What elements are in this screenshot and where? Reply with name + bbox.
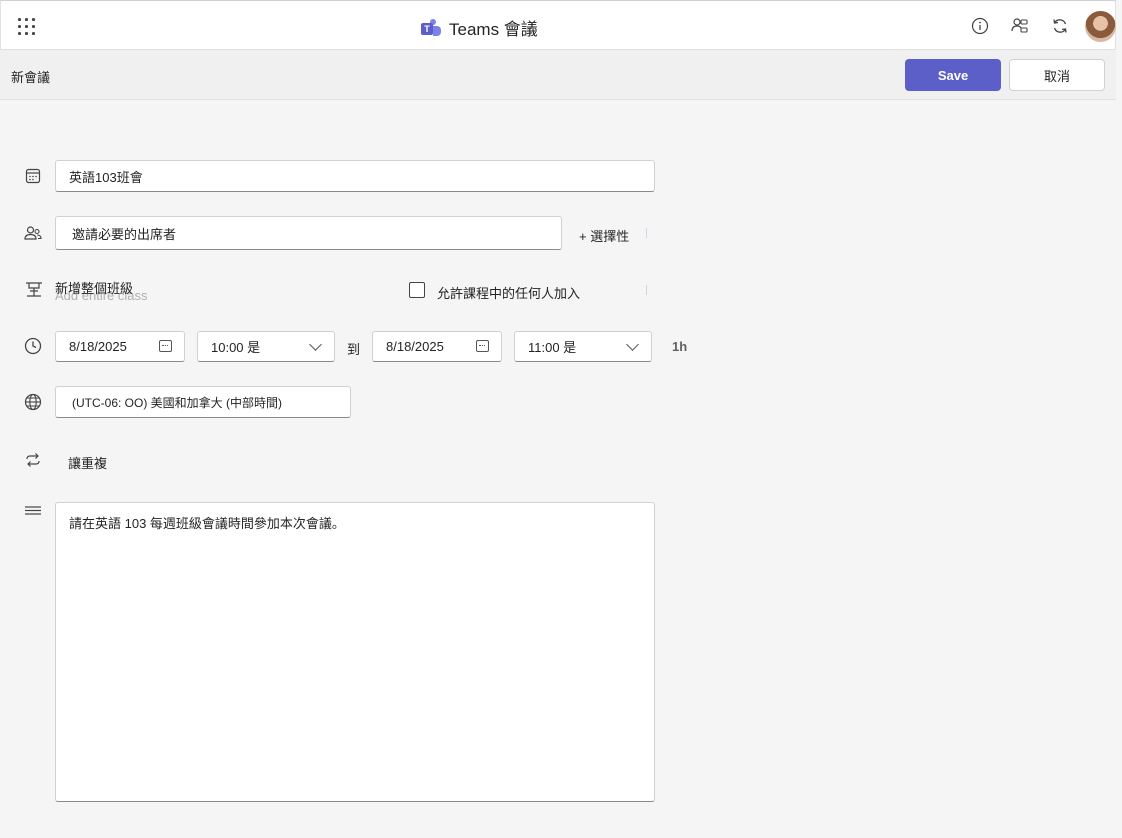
people-icon <box>24 226 42 240</box>
top-bar: T Teams 會議 <box>0 0 1116 50</box>
calendar-edit-icon <box>25 168 41 184</box>
duration-label: 1h <box>672 339 688 354</box>
to-label: 到 <box>347 342 361 357</box>
app-title-group: T Teams 會議 <box>421 15 538 40</box>
attendees-input[interactable]: 邀請必要的出席者 <box>55 216 562 250</box>
teams-logo-icon: T <box>421 18 441 37</box>
chevron-down-icon <box>626 338 639 351</box>
avatar[interactable] <box>1085 11 1116 42</box>
end-date-value: 8/18/2025 <box>386 339 444 354</box>
allow-anyone-label: 允許課程中的任何人加入 <box>437 286 581 301</box>
end-date-picker[interactable]: 8/18/2025 <box>372 331 502 362</box>
end-time-dropdown[interactable]: 11:00 是 <box>514 331 652 362</box>
allow-anyone-checkbox[interactable] <box>409 282 425 298</box>
text-lines-icon <box>25 506 41 515</box>
class-icon <box>26 282 42 297</box>
chevron-down-icon <box>309 338 322 351</box>
page-title: 新會議 <box>11 70 51 85</box>
divider <box>646 228 647 238</box>
globe-icon <box>24 393 42 411</box>
info-icon[interactable] <box>971 17 989 35</box>
optional-attendees-link[interactable]: + 選擇性 <box>579 226 629 245</box>
meeting-title-value: 英語103班會 <box>69 169 143 185</box>
attendees-placeholder: 邀請必要的出席者 <box>72 226 177 242</box>
refresh-icon[interactable] <box>1051 17 1069 35</box>
save-button[interactable]: Save <box>905 59 1001 91</box>
people-settings-icon[interactable] <box>1011 17 1029 35</box>
start-date-value: 8/18/2025 <box>69 339 127 354</box>
divider <box>646 285 647 295</box>
timezone-value: (UTC-06: OO) 美國和加拿大 (中部時間) <box>72 395 282 410</box>
start-date-picker[interactable]: 8/18/2025 <box>55 331 185 362</box>
timezone-dropdown[interactable]: (UTC-06: OO) 美國和加拿大 (中部時間) <box>55 386 351 418</box>
command-bar: 新會議 Save 取消 <box>0 50 1116 100</box>
description-textarea[interactable]: 請在英語 103 每週班級會議時間參加本次會議。 <box>55 502 655 802</box>
calendar-icon <box>159 340 172 352</box>
repeat-dropdown[interactable]: 讓重複 <box>68 453 107 472</box>
app-launcher-icon[interactable] <box>18 18 36 36</box>
clock-icon <box>24 337 42 355</box>
calendar-icon <box>476 340 489 352</box>
start-time-dropdown[interactable]: 10:00 是 <box>197 331 335 362</box>
meeting-title-input[interactable]: 英語103班會 <box>55 160 655 192</box>
app-title: Teams 會議 <box>449 20 538 39</box>
add-class-link[interactable]: 新增整個班級 <box>55 278 133 297</box>
start-time-value: 10:00 是 <box>211 340 261 355</box>
repeat-icon <box>26 453 40 467</box>
end-time-value: 11:00 是 <box>528 340 577 355</box>
cancel-button[interactable]: 取消 <box>1009 59 1105 91</box>
